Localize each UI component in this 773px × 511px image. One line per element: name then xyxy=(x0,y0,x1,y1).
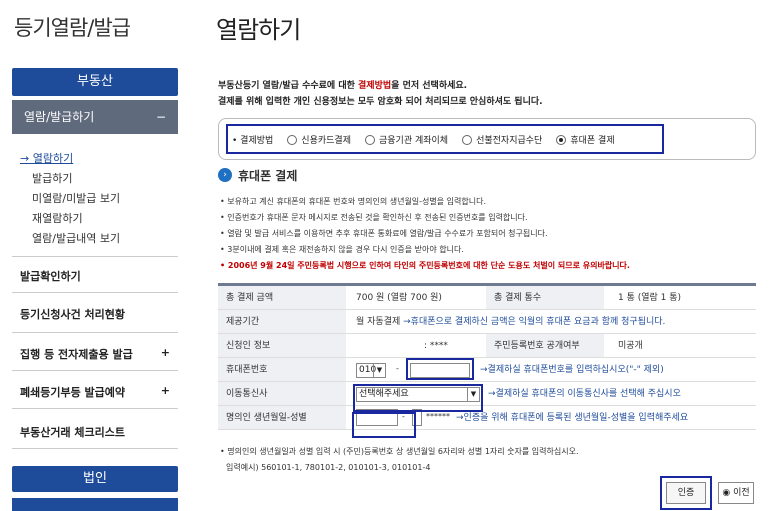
form-row: 휴대폰번호 010 ▼ - →결제하실 휴대폰번호를 입력하십시오("-" 제외) xyxy=(218,358,756,382)
rrn-disclosure-label: 주민등록번호 공개여부 xyxy=(486,334,604,357)
auth-button[interactable]: 인증 xyxy=(666,482,706,504)
section-title: 휴대폰 결제 xyxy=(238,169,298,183)
total-count-value: 1 통 (열람 1 통) xyxy=(618,293,682,303)
period-label: 제공기간 xyxy=(218,310,346,333)
phone-prefix-select[interactable]: 010 ▼ xyxy=(356,363,386,378)
intro-line-2: 결제를 위해 입력한 개인 신용정보는 모두 암호화 되어 처리되므로 안심하셔… xyxy=(218,97,543,107)
form-row: 신청인 정보 : **** 주민등록번호 공개여부 미공개 xyxy=(218,334,756,358)
sidebar-subitem-review[interactable]: 재열람하기 xyxy=(32,210,83,226)
sidebar-item-label: 집행 등 전자제출용 발급 xyxy=(20,348,133,361)
total-count-label: 총 결제 통수 xyxy=(486,286,604,309)
radio-label: 선불전자지급수단 xyxy=(476,136,543,146)
phone-dash: - xyxy=(396,364,399,373)
form-row: 이동통신사 선택해주세요 ▼ →결제하실 휴대폰의 이동통신사를 선택해 주십시오 xyxy=(218,382,756,406)
phone-input-highlight xyxy=(406,358,474,380)
sidebar-item-status[interactable]: 등기신청사건 처리현황 xyxy=(20,306,170,322)
expand-icon[interactable]: + xyxy=(161,346,170,359)
radio-mobile[interactable] xyxy=(556,134,567,145)
radio-credit-card[interactable] xyxy=(287,134,298,145)
divider xyxy=(12,370,178,371)
bottom-note-example: 입력예시) 560101-1, 780101-2, 010101-3, 0101… xyxy=(226,463,431,472)
warning-text: • 2006년 9월 24일 주민등록법 시행으로 인하여 타인의 주민등록번호… xyxy=(220,261,630,270)
intro-text: 부동산등기 열람/발급 수수료에 대한 xyxy=(218,81,359,91)
sidebar-item-checklist[interactable]: 부동산거래 체크리스트 xyxy=(20,424,170,440)
sidebar-item-label: 발급확인하기 xyxy=(20,270,81,283)
radio-prepaid[interactable] xyxy=(462,134,473,145)
birth-label: 명의인 생년월일-성별 xyxy=(218,406,346,429)
divider xyxy=(12,332,178,333)
phone-label: 휴대폰번호 xyxy=(218,358,346,381)
divider xyxy=(12,448,178,449)
radio-label: 금융기관 계좌이체 xyxy=(378,136,449,146)
applicant-value: : **** xyxy=(424,341,448,351)
divider xyxy=(12,256,178,257)
payment-method-row: • 결제방법 신용카드결제 금융기관 계좌이체 선불전자지급수단 휴대폰 결제 xyxy=(232,133,615,146)
sidebar-title: 등기열람/발급 xyxy=(14,16,131,40)
payment-method-label: • 결제방법 xyxy=(232,136,274,146)
prev-label: 이전 xyxy=(733,488,750,498)
sidebar-item-view-issue[interactable]: 열람/발급하기 − xyxy=(12,100,178,134)
note-item: • 인증번호가 휴대폰 문자 메시지로 전송된 것을 확인하신 후 전송된 인증… xyxy=(220,213,528,222)
sidebar-item-label: 폐쇄등기부등 발급예약 xyxy=(20,386,126,399)
birth-hint: →인증을 위해 휴대폰에 등록된 생년월일-성별을 입력해주세요 xyxy=(456,413,689,423)
note-item: • 열람 및 발급 서비스를 이용하면 추후 휴대폰 통화료에 열람/발급 수수… xyxy=(220,229,548,238)
sidebar-header-corporation[interactable]: 법인 xyxy=(12,466,178,492)
carrier-label: 이동통신사 xyxy=(218,382,346,405)
divider xyxy=(12,408,178,409)
radio-bank-transfer[interactable] xyxy=(364,134,375,145)
sidebar-item-label: 열람/발급하기 xyxy=(24,110,95,124)
sidebar-subitem-issue[interactable]: 발급하기 xyxy=(32,170,72,186)
period-value: 월 자동결제 →휴대폰으로 결제하신 금액은 익월의 휴대폰 요금과 함께 청구… xyxy=(356,310,665,334)
radio-label: 휴대폰 결제 xyxy=(570,136,615,146)
sidebar-subitem-view[interactable]: → 열람하기 xyxy=(20,150,73,166)
birth-mask: ****** xyxy=(426,412,450,421)
sidebar-item-label: 부동산거래 체크리스트 xyxy=(20,426,126,439)
total-amount-label: 총 결제 금액 xyxy=(218,286,346,309)
phone-hint: →결제하실 휴대폰번호를 입력하십시오("-" 제외) xyxy=(480,365,664,375)
prev-button[interactable]: ◉ 이전 xyxy=(718,482,754,504)
birth-input-highlight xyxy=(352,412,416,438)
page-title: 열람하기 xyxy=(216,16,301,44)
note-item: • 보유하고 계신 휴대폰의 휴대폰 번호와 명의인의 생년월일-성별을 입력합… xyxy=(220,197,487,206)
carrier-select-highlight xyxy=(353,384,483,412)
bottom-note: • 명의인의 생년월일과 성별 입력 시 (주민)등록번호 상 생년월일 6자리… xyxy=(220,447,579,456)
intro-highlight: 결제방법 xyxy=(358,81,392,91)
applicant-label: 신청인 정보 xyxy=(218,334,346,357)
radio-label: 신용카드결제 xyxy=(301,136,351,146)
form-row: 총 결제 금액 700 원 (열람 700 원) 총 결제 통수 1 통 (열람… xyxy=(218,286,756,310)
period-hint: →휴대폰으로 결제하신 금액은 익월의 휴대폰 요금과 함께 청구됩니다. xyxy=(403,317,666,327)
chevron-right-icon: › xyxy=(218,168,232,182)
period-text: 월 자동결제 xyxy=(356,317,404,327)
sidebar-item-verify[interactable]: 발급확인하기 xyxy=(20,268,170,284)
divider xyxy=(12,292,178,293)
expand-icon[interactable]: + xyxy=(161,384,170,397)
intro-text: 을 먼저 선택하세요. xyxy=(391,81,468,91)
total-amount-value: 700 원 (열람 700 원) xyxy=(356,293,442,303)
form-row: 제공기간 월 자동결제 →휴대폰으로 결제하신 금액은 익월의 휴대폰 요금과 … xyxy=(218,310,756,334)
collapse-icon[interactable]: − xyxy=(156,100,166,134)
circle-arrow-icon: ◉ xyxy=(722,488,734,498)
form-row: 명의인 생년월일-성별 - ****** →인증을 위해 휴대폰에 등록된 생년… xyxy=(218,406,756,430)
sidebar-header-realestate[interactable]: 부동산 xyxy=(12,68,178,96)
sidebar-item-closed[interactable]: 폐쇄등기부등 발급예약 + xyxy=(20,384,170,400)
payment-form: 총 결제 금액 700 원 (열람 700 원) 총 결제 통수 1 통 (열람… xyxy=(218,283,756,430)
sidebar-item-electronic[interactable]: 집행 등 전자제출용 발급 + xyxy=(20,346,170,362)
sidebar-item-label: 등기신청사건 처리현황 xyxy=(20,308,126,321)
sidebar-subitem-unviewed[interactable]: 미열람/미발급 보기 xyxy=(32,190,120,206)
carrier-hint: →결제하실 휴대폰의 이동통신사를 선택해 주십시오 xyxy=(488,389,681,399)
chevron-down-icon: ▼ xyxy=(373,364,385,377)
intro-line-1: 부동산등기 열람/발급 수수료에 대한 결제방법을 먼저 선택하세요. xyxy=(218,78,467,91)
sidebar-header-cut xyxy=(12,498,178,511)
sidebar-subitem-history[interactable]: 열람/발급내역 보기 xyxy=(32,230,120,246)
rrn-disclosure-value: 미공개 xyxy=(618,341,643,351)
note-item: • 3분이내에 결제 혹은 재전송하지 않을 경우 다시 인증을 받아야 합니다… xyxy=(220,245,464,254)
